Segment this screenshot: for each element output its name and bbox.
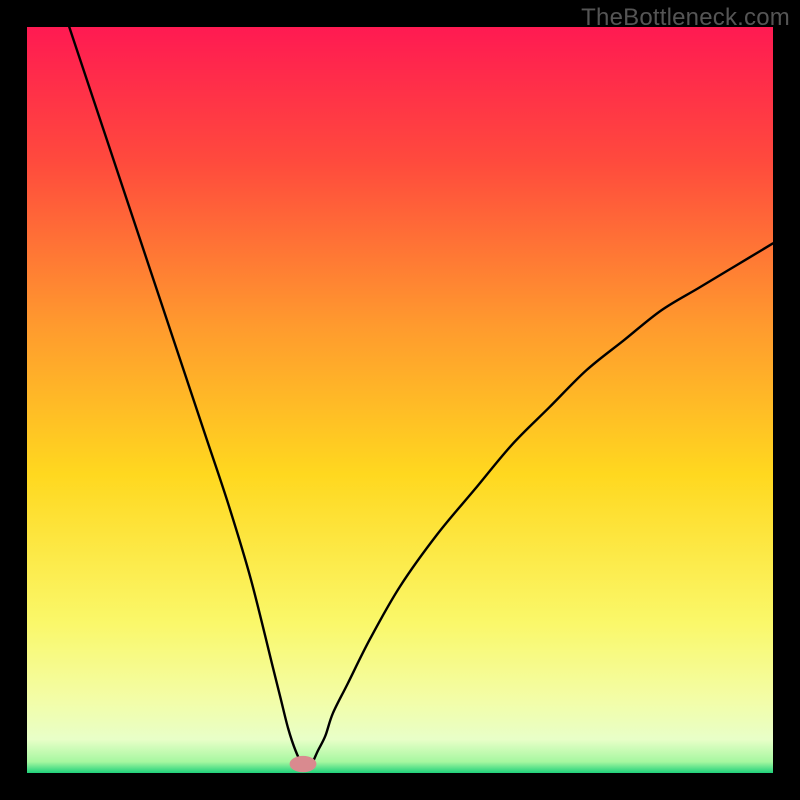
plot-area: [27, 27, 773, 773]
bottleneck-chart: [27, 27, 773, 773]
chart-frame: TheBottleneck.com: [0, 0, 800, 800]
gradient-background: [27, 27, 773, 773]
watermark-text: TheBottleneck.com: [581, 4, 790, 32]
minimum-marker: [290, 756, 317, 772]
